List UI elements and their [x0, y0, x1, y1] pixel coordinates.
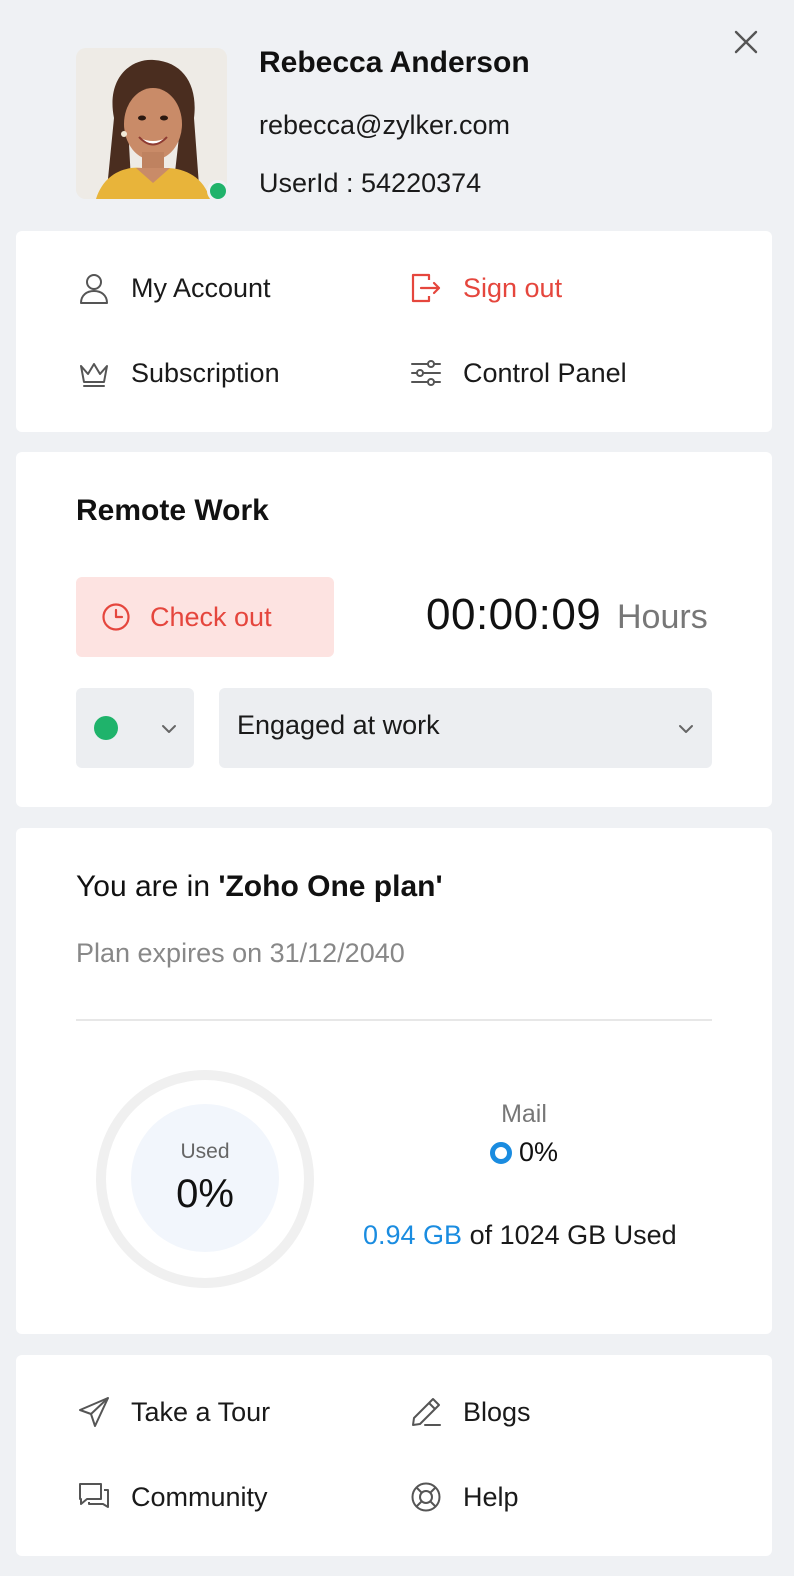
plan-expiry: Plan expires on 31/12/2040 [76, 938, 405, 968]
my-account-link[interactable]: My Account [76, 266, 271, 310]
user-name: Rebecca Anderson [259, 46, 530, 79]
status-dropdown[interactable] [76, 688, 194, 768]
work-timer: 00:00:09 [426, 590, 602, 639]
community-link[interactable]: Community [76, 1475, 268, 1519]
work-timer-unit: Hours [617, 598, 708, 636]
plan-title-prefix: You are in [76, 870, 219, 903]
chevron-down-icon [162, 725, 176, 733]
my-account-label: My Account [131, 272, 271, 303]
activity-dropdown[interactable]: Engaged at work [219, 688, 712, 768]
check-out-label: Check out [150, 601, 272, 632]
help-link[interactable]: Help [408, 1475, 519, 1519]
blogs-label: Blogs [463, 1396, 531, 1427]
clock-icon [102, 603, 130, 631]
crown-icon [76, 355, 112, 391]
presence-status-dot [207, 180, 229, 202]
subscription-link[interactable]: Subscription [76, 351, 280, 395]
plan-title: You are in 'Zoho One plan' [76, 870, 443, 904]
help-links-card: Take a Tour Blogs Community Help [16, 1355, 772, 1556]
user-id: UserId : 54220374 [259, 168, 482, 198]
storage-total-text: of 1024 GB Used [462, 1220, 677, 1250]
community-label: Community [131, 1481, 268, 1512]
sign-out-button[interactable]: Sign out [408, 266, 562, 310]
take-a-tour-label: Take a Tour [131, 1396, 271, 1427]
usage-percent: 0% [176, 1172, 234, 1216]
divider [76, 1019, 712, 1021]
mail-percent: 0% [519, 1137, 559, 1167]
remote-work-card: Remote Work Check out 00:00:09 Hours Eng… [16, 452, 772, 807]
mail-legend: 0% [490, 1137, 558, 1168]
chat-icon [76, 1479, 112, 1515]
chevron-down-icon [679, 725, 693, 733]
profile-header: Rebecca Anderson rebecca@zylker.com User… [0, 0, 794, 232]
check-out-button[interactable]: Check out [76, 577, 334, 657]
user-email: rebecca@zylker.com [259, 110, 510, 140]
avatar[interactable] [76, 48, 227, 199]
control-panel-label: Control Panel [463, 357, 627, 388]
sign-out-icon [408, 270, 444, 306]
sliders-icon [408, 355, 444, 391]
close-button[interactable] [730, 26, 762, 58]
pen-icon [408, 1394, 444, 1430]
close-icon [734, 30, 758, 54]
take-a-tour-link[interactable]: Take a Tour [76, 1390, 270, 1434]
mail-legend-label: Mail [501, 1100, 547, 1128]
sign-out-label: Sign out [463, 272, 563, 303]
help-label: Help [463, 1481, 519, 1512]
account-links-card: My Account Sign out Subscription Control… [16, 231, 772, 432]
blogs-link[interactable]: Blogs [408, 1390, 531, 1434]
user-icon [76, 270, 112, 306]
storage-used-value: 0.94 GB [363, 1220, 463, 1250]
paper-plane-icon [76, 1394, 112, 1430]
activity-value: Engaged at work [237, 710, 440, 740]
mail-legend-marker [490, 1141, 512, 1164]
storage-usage-text: 0.94 GB of 1024 GB Used [363, 1220, 677, 1251]
remote-work-title: Remote Work [76, 494, 269, 527]
usage-label: Used [180, 1140, 230, 1163]
subscription-label: Subscription [131, 357, 280, 388]
plan-name: 'Zoho One plan' [218, 870, 443, 903]
online-status-dot [94, 716, 118, 740]
control-panel-link[interactable]: Control Panel [408, 351, 627, 395]
avatar-photo [76, 48, 227, 199]
plan-card: You are in 'Zoho One plan' Plan expires … [16, 828, 772, 1334]
lifebuoy-icon [408, 1479, 444, 1515]
